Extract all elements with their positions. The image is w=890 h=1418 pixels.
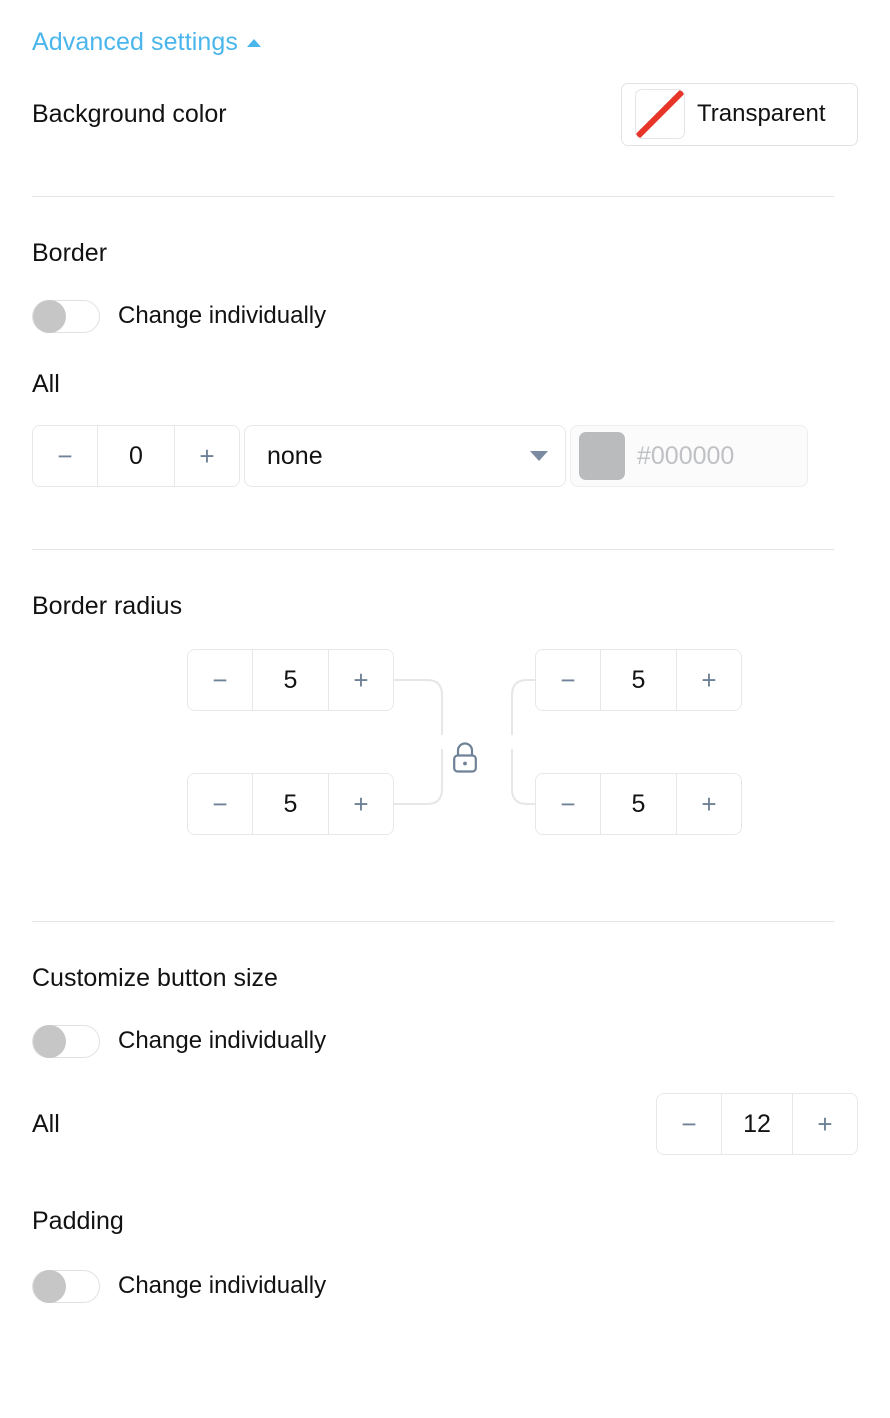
border-style-value: none (267, 441, 323, 470)
button-size-increment-button[interactable]: + (793, 1094, 857, 1154)
button-size-decrement-button[interactable]: − (657, 1094, 721, 1154)
toggle-track (32, 1024, 100, 1058)
toggle-track (32, 1269, 100, 1303)
border-color-swatch[interactable] (579, 432, 625, 480)
border-color-field[interactable]: #000000 (570, 425, 808, 487)
button-size-toggle-label: Change individually (118, 1027, 327, 1054)
toggle-knob (33, 1269, 66, 1303)
caret-down-icon (530, 451, 548, 461)
radius-tr-value[interactable]: 5 (600, 650, 677, 710)
button-size-all-label: All (32, 1109, 60, 1138)
button-size-change-individually-toggle[interactable]: Change individually (32, 1019, 326, 1063)
border-toggle-label: Change individually (118, 302, 327, 329)
background-color-row: Background color Transparent (32, 78, 858, 150)
customize-button-size-title: Customize button size (32, 964, 278, 992)
background-color-picker-button[interactable]: Transparent (621, 82, 858, 146)
advanced-settings-header[interactable]: Advanced settings (32, 0, 261, 58)
radius-tr-decrement-button[interactable]: − (536, 650, 600, 710)
border-change-individually-toggle[interactable]: Change individually (32, 294, 326, 338)
transparent-swatch-icon (635, 89, 685, 139)
padding-section-title: Padding (32, 1207, 124, 1235)
radius-tr-increment-button[interactable]: + (677, 650, 741, 710)
button-size-all-row: All − 12 + (32, 1093, 858, 1155)
radius-br-value[interactable]: 5 (600, 774, 677, 834)
border-all-label: All (32, 370, 60, 398)
background-color-value: Transparent (697, 100, 826, 127)
border-radius-grid-area: − 5 + − 5 + − 5 + − 5 + (32, 649, 858, 871)
radius-tl-increment-button[interactable]: + (329, 650, 393, 710)
section-divider (32, 196, 834, 197)
caret-up-icon (247, 39, 261, 47)
radius-bl-value[interactable]: 5 (252, 774, 329, 834)
radius-bl-increment-button[interactable]: + (329, 774, 393, 834)
section-divider (32, 549, 834, 550)
toggle-knob (33, 299, 66, 333)
background-color-label: Background color (32, 99, 227, 128)
radius-tl-decrement-button[interactable]: − (188, 650, 252, 710)
toggle-knob (33, 1024, 66, 1058)
radius-bl-decrement-button[interactable]: − (188, 774, 252, 834)
border-width-stepper[interactable]: − 0 + (32, 425, 240, 487)
radius-br-decrement-button[interactable]: − (536, 774, 600, 834)
border-width-decrement-button[interactable]: − (33, 426, 97, 486)
border-controls-row: − 0 + none #000000 (32, 425, 858, 487)
advanced-settings-panel: Advanced settings Background color Trans… (0, 0, 890, 1418)
advanced-settings-label: Advanced settings (32, 27, 238, 56)
button-size-value[interactable]: 12 (721, 1094, 793, 1154)
padding-change-individually-toggle[interactable]: Change individually (32, 1264, 326, 1308)
radius-br-increment-button[interactable]: + (677, 774, 741, 834)
border-section-title: Border (32, 239, 108, 267)
border-width-value[interactable]: 0 (97, 426, 175, 486)
toggle-track (32, 299, 100, 333)
padding-toggle-label: Change individually (118, 1272, 327, 1299)
border-width-increment-button[interactable]: + (175, 426, 239, 486)
lock-closed-icon[interactable] (449, 739, 481, 779)
border-style-select[interactable]: none (244, 425, 566, 487)
button-size-stepper[interactable]: − 12 + (656, 1093, 858, 1155)
border-color-placeholder: #000000 (637, 441, 735, 470)
border-radius-top-right-stepper[interactable]: − 5 + (535, 649, 742, 711)
border-radius-section-title: Border radius (32, 592, 183, 620)
section-divider (32, 921, 834, 922)
border-radius-bottom-left-stepper[interactable]: − 5 + (187, 773, 394, 835)
radius-tl-value[interactable]: 5 (252, 650, 329, 710)
border-radius-top-left-stepper[interactable]: − 5 + (187, 649, 394, 711)
border-radius-bottom-right-stepper[interactable]: − 5 + (535, 773, 742, 835)
